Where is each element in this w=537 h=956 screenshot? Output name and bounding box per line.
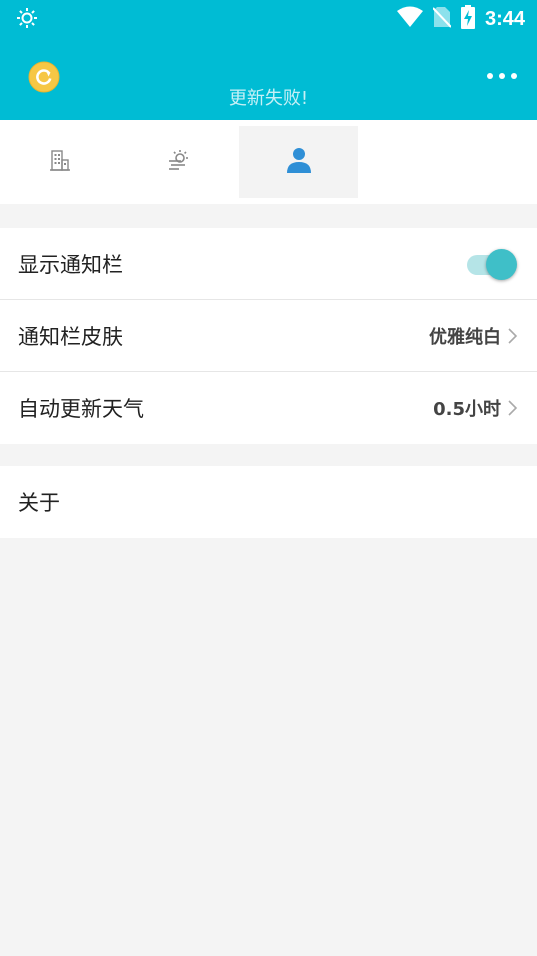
status-time: 3:44 [484,7,525,30]
building-icon [49,149,70,175]
tab-city[interactable] [0,126,119,198]
setting-value: 0.5小时 [433,399,501,420]
battery-charging-icon [460,5,475,33]
setting-notification-skin[interactable]: 通知栏皮肤 优雅纯白 [0,300,537,372]
tab-weather[interactable] [119,126,238,198]
update-status-message: 更新失败! [228,88,309,109]
setting-label: 关于 [18,491,60,515]
no-sim-icon [432,6,452,32]
chevron-right-icon [507,327,519,345]
person-icon [285,146,313,178]
status-bar: 3:44 [0,0,537,38]
settings-group-about: 关于 [0,466,537,538]
tab-bar [0,120,537,204]
setting-show-notification[interactable]: 显示通知栏 [0,228,537,300]
setting-about[interactable]: 关于 [0,466,537,538]
setting-auto-update[interactable]: 自动更新天气 0.5小时 [0,372,537,444]
settings-group-main: 显示通知栏 通知栏皮肤 优雅纯白 自动更新天气 0.5小时 [0,228,537,444]
app-bar: 更新失败! [0,38,537,120]
chevron-right-icon [507,399,519,417]
more-icon[interactable] [487,66,517,86]
weather-haze-icon [168,149,190,175]
wifi-icon [396,6,423,32]
show-notification-toggle[interactable] [465,247,519,281]
tab-profile[interactable] [239,126,358,198]
setting-value: 优雅纯白 [429,326,501,348]
setting-label: 通知栏皮肤 [18,324,123,349]
setting-label: 自动更新天气 [18,397,144,421]
setting-label: 显示通知栏 [18,252,123,277]
brightness-icon [16,7,38,29]
